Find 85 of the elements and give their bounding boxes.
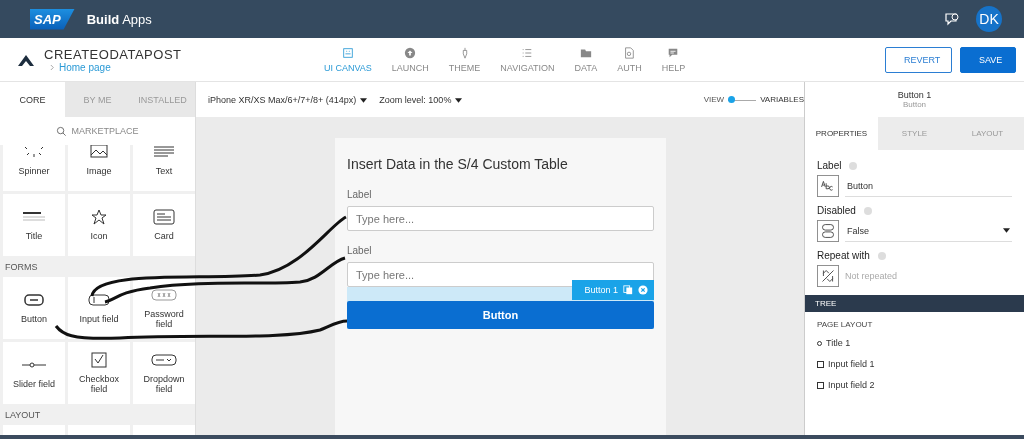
text-input[interactable]: Type here... xyxy=(347,206,654,231)
caret-icon xyxy=(1003,228,1010,233)
marketplace-search[interactable]: MARKETPLACE xyxy=(0,117,195,145)
nav-tab[interactable]: AUTH xyxy=(607,46,652,73)
panel-tab[interactable]: PROPERTIES xyxy=(805,117,878,150)
section-heading: LAYOUT xyxy=(4,409,42,422)
tile-label: Title xyxy=(24,231,44,241)
tile-label: Text xyxy=(154,166,174,176)
feedback-icon[interactable] xyxy=(944,11,960,27)
caret-icon xyxy=(360,97,368,103)
component-tile[interactable]: Icon xyxy=(68,194,130,256)
device-dropdown[interactable]: iPhone XR/XS Max/6+/7+/8+ (414px) xyxy=(208,94,368,105)
save-button[interactable]: SAVE xyxy=(960,46,1016,73)
tree-item[interactable]: Input field 1 xyxy=(817,359,1012,369)
zoom-dropdown[interactable]: Zoom level: 100% xyxy=(379,94,463,105)
component-tile[interactable]: Title xyxy=(3,194,65,256)
component-tile[interactable]: Checkbox field xyxy=(68,342,130,404)
selected-component-type: Button xyxy=(902,100,927,109)
field-label: Label xyxy=(347,189,373,200)
panel-tab[interactable]: CORE xyxy=(0,82,65,117)
component-tile[interactable]: Button xyxy=(3,277,65,339)
copy-icon[interactable] xyxy=(623,285,633,295)
repeat-icon[interactable] xyxy=(817,265,839,287)
selected-component-name: Button 1 xyxy=(897,90,932,100)
square-icon xyxy=(817,360,824,368)
tile-label: Icon xyxy=(89,231,109,241)
nav-tab[interactable]: HELP xyxy=(651,46,696,73)
square-icon xyxy=(817,381,824,389)
tree-item[interactable]: Title 1 xyxy=(817,338,1012,348)
property-label: Repeat with xyxy=(817,250,870,261)
toggle-label: VIEW xyxy=(703,95,725,104)
component-tile[interactable]: Dropdown field xyxy=(133,342,195,404)
tree-header: TREE xyxy=(805,295,1024,312)
view-toggle[interactable] xyxy=(728,95,757,104)
tree-section-heading: PAGE LAYOUT xyxy=(817,320,874,329)
component-tile[interactable]: Input field xyxy=(68,277,130,339)
tile-label: Input field xyxy=(78,314,120,324)
primary-button[interactable]: Button xyxy=(347,301,654,329)
list-icon xyxy=(521,46,534,59)
component-tile[interactable]: Card xyxy=(133,194,195,256)
nav-tab[interactable]: DATA xyxy=(564,46,608,73)
tile-label: Password field xyxy=(143,309,185,329)
tile-label: Spinner xyxy=(17,166,51,176)
close-icon[interactable] xyxy=(638,285,648,295)
property-label: Disabled xyxy=(817,205,856,216)
canvas-icon xyxy=(341,46,354,59)
caret-icon xyxy=(455,97,463,103)
app-name: CREATEODATAPOST xyxy=(44,46,183,62)
card-icon xyxy=(150,209,178,225)
component-tile[interactable]: Text xyxy=(133,145,195,191)
field-label: Label xyxy=(347,245,373,256)
toggle-label: VARIABLES xyxy=(760,95,804,104)
tree-item[interactable]: Input field 2 xyxy=(817,380,1012,390)
input-icon xyxy=(85,292,113,308)
nav-tab[interactable]: NAVIGATION xyxy=(490,46,565,73)
section-heading: FORMS xyxy=(4,261,39,274)
text-binding-icon[interactable] xyxy=(817,175,839,197)
launch-icon xyxy=(404,46,417,59)
tile-label: Button xyxy=(20,314,48,324)
tile-label: Card xyxy=(153,231,175,241)
revert-button[interactable]: REVERT xyxy=(885,46,952,73)
tile-label: Checkbox field xyxy=(78,374,120,394)
tile-label: Image xyxy=(85,166,113,176)
dropdown-icon xyxy=(150,352,178,368)
component-tile[interactable]: Image xyxy=(68,145,130,191)
nav-tab[interactable]: THEME xyxy=(438,46,491,73)
nav-tab[interactable]: LAUNCH xyxy=(381,46,439,73)
toggle-binding-icon[interactable] xyxy=(817,220,839,242)
document-icon xyxy=(623,46,636,59)
page-title: Insert Data in the S/4 Custom Table xyxy=(347,156,569,172)
tile-label: Slider field xyxy=(12,379,56,389)
chat-icon xyxy=(667,46,680,59)
component-tile[interactable]: Spinner xyxy=(3,145,65,191)
chevron-icon xyxy=(50,63,55,71)
search-icon xyxy=(56,125,68,137)
component-tile[interactable]: Slider field xyxy=(3,342,65,404)
password-icon xyxy=(150,287,178,303)
label-input[interactable]: Button xyxy=(845,175,1012,197)
product-name: Build Apps xyxy=(86,11,152,27)
text-input[interactable]: Type here... xyxy=(347,262,654,287)
tile-label: Dropdown field xyxy=(142,374,186,394)
property-label: Label xyxy=(817,160,842,171)
sap-logo: SAP xyxy=(30,8,75,30)
selection-name: Button 1 xyxy=(584,285,618,295)
user-avatar[interactable]: DK xyxy=(976,6,1002,32)
